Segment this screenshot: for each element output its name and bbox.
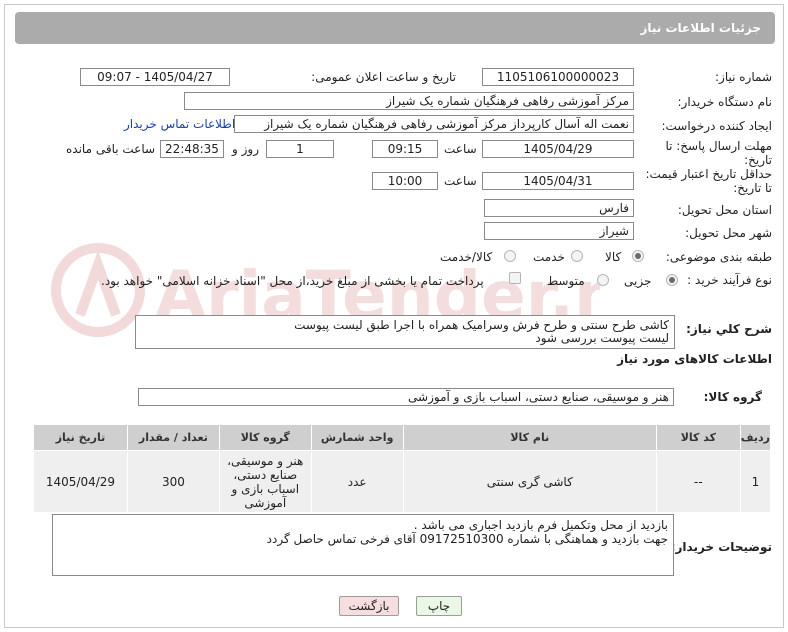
min-price-label: حداقل تاریخ اعتبار قیمت: تا تاریخ: <box>645 167 772 195</box>
buyer-notes-textarea[interactable]: بازدید از محل وتکمیل فرم بازدید اجباری م… <box>52 514 674 576</box>
cell-group: هنر و موسیقی، صنایع دستی، اسباب بازی و آ… <box>218 450 312 513</box>
cell-code: -- <box>655 450 741 513</box>
col-row: ردیف <box>739 424 772 451</box>
process-medium-radio[interactable] <box>597 274 609 286</box>
city-label: شهر محل تحویل: <box>685 226 772 240</box>
cell-name: کاشی گری سنتی <box>402 450 657 513</box>
category-service-radio[interactable] <box>571 250 583 262</box>
announce-datetime-field[interactable]: 1405/04/27 - 09:07 <box>80 68 230 86</box>
col-date: تاریخ نیاز <box>33 424 128 451</box>
buyer-org-field[interactable]: مرکز آموزشی رفاهی فرهنگیان شماره یک شیرا… <box>184 92 634 110</box>
need-number-label: شماره نیاز: <box>715 70 772 84</box>
province-label: استان محل تحویل: <box>677 203 772 217</box>
goods-group-label: گروه کالا: <box>703 390 762 404</box>
need-number-field[interactable]: 1105106100000023 <box>482 68 634 86</box>
deadline-time-field[interactable]: 09:15 <box>372 140 438 158</box>
print-button[interactable]: چاپ <box>416 596 462 616</box>
buyer-contact-link[interactable]: اطلاعات تماس خریدار <box>124 117 235 131</box>
back-button[interactable]: بازگشت <box>339 596 399 616</box>
page-title: جزئیات اطلاعات نیاز <box>15 12 775 44</box>
description-textarea[interactable]: کاشی طرح سنتی و طرح فرش وسرامیک همراه با… <box>135 315 675 349</box>
col-name: نام کالا <box>402 424 657 451</box>
col-qty: تعداد / مقدار <box>126 424 220 451</box>
goods-group-field[interactable]: هنر و موسیقی، صنایع دستی، اسباب بازی و آ… <box>138 388 674 406</box>
category-goods-service-radio[interactable] <box>504 250 516 262</box>
city-field[interactable]: شیراز <box>484 222 634 240</box>
process-minor-label: جزیی <box>624 274 652 288</box>
category-goods-label: کالا <box>605 250 622 264</box>
goods-table: ردیف کد کالا نام کالا واحد شمارش گروه کا… <box>33 424 772 513</box>
requester-label: ایجاد کننده درخواست: <box>661 119 772 133</box>
remaining-time-label: ساعت باقی مانده <box>66 142 156 156</box>
goods-table-header: ردیف کد کالا نام کالا واحد شمارش گروه کا… <box>33 424 772 451</box>
process-label: نوع فرآیند خرید : <box>687 273 772 287</box>
province-field[interactable]: فارس <box>484 199 634 217</box>
treasury-payment-checkbox[interactable] <box>509 272 521 284</box>
col-unit: واحد شمارش <box>310 424 404 451</box>
category-goods-radio[interactable] <box>632 250 644 262</box>
deadline-time-label: ساعت <box>444 142 477 156</box>
min-price-time-field[interactable]: 10:00 <box>372 172 438 190</box>
cell-unit: عدد <box>310 450 404 513</box>
treasury-payment-note: پرداخت تمام یا بخشی از مبلغ خرید،از محل … <box>101 274 484 288</box>
col-code: کد کالا <box>655 424 741 451</box>
category-service-label: خدمت <box>533 250 565 264</box>
buyer-notes-label: توضیحات خریدار: <box>670 540 772 554</box>
announce-label: تاریخ و ساعت اعلان عمومی: <box>311 70 456 84</box>
days-label: روز و <box>232 142 259 156</box>
cell-row: 1 <box>739 450 772 513</box>
process-minor-radio[interactable] <box>666 274 678 286</box>
min-price-time-label: ساعت <box>444 174 477 188</box>
process-medium-label: متوسط <box>547 274 585 288</box>
table-row[interactable]: 1 -- کاشی گری سنتی عدد هنر و موسیقی، صنا… <box>33 450 772 513</box>
remaining-time-field[interactable]: 22:48:35 <box>160 140 224 158</box>
cell-date: 1405/04/29 <box>33 450 128 513</box>
min-price-date-field[interactable]: 1405/04/31 <box>482 172 634 190</box>
description-label: شرح کلي نياز: <box>686 322 772 336</box>
deadline-date-field[interactable]: 1405/04/29 <box>482 140 634 158</box>
category-goods-service-label: کالا/خدمت <box>440 250 493 264</box>
deadline-label: مهلت ارسال پاسخ: تا تاریخ: <box>665 139 772 167</box>
col-group: گروه کالا <box>218 424 312 451</box>
requester-field[interactable]: نعمت اله آسال کارپرداز مرکز آموزشی رفاهی… <box>234 115 634 133</box>
buyer-org-label: نام دستگاه خریدار: <box>677 95 773 109</box>
goods-section-title: اطلاعات کالاهای مورد نیاز <box>617 352 772 366</box>
cell-qty: 300 <box>126 450 220 513</box>
days-field[interactable]: 1 <box>266 140 334 158</box>
category-label: طبقه بندی موضوعی: <box>665 250 772 264</box>
